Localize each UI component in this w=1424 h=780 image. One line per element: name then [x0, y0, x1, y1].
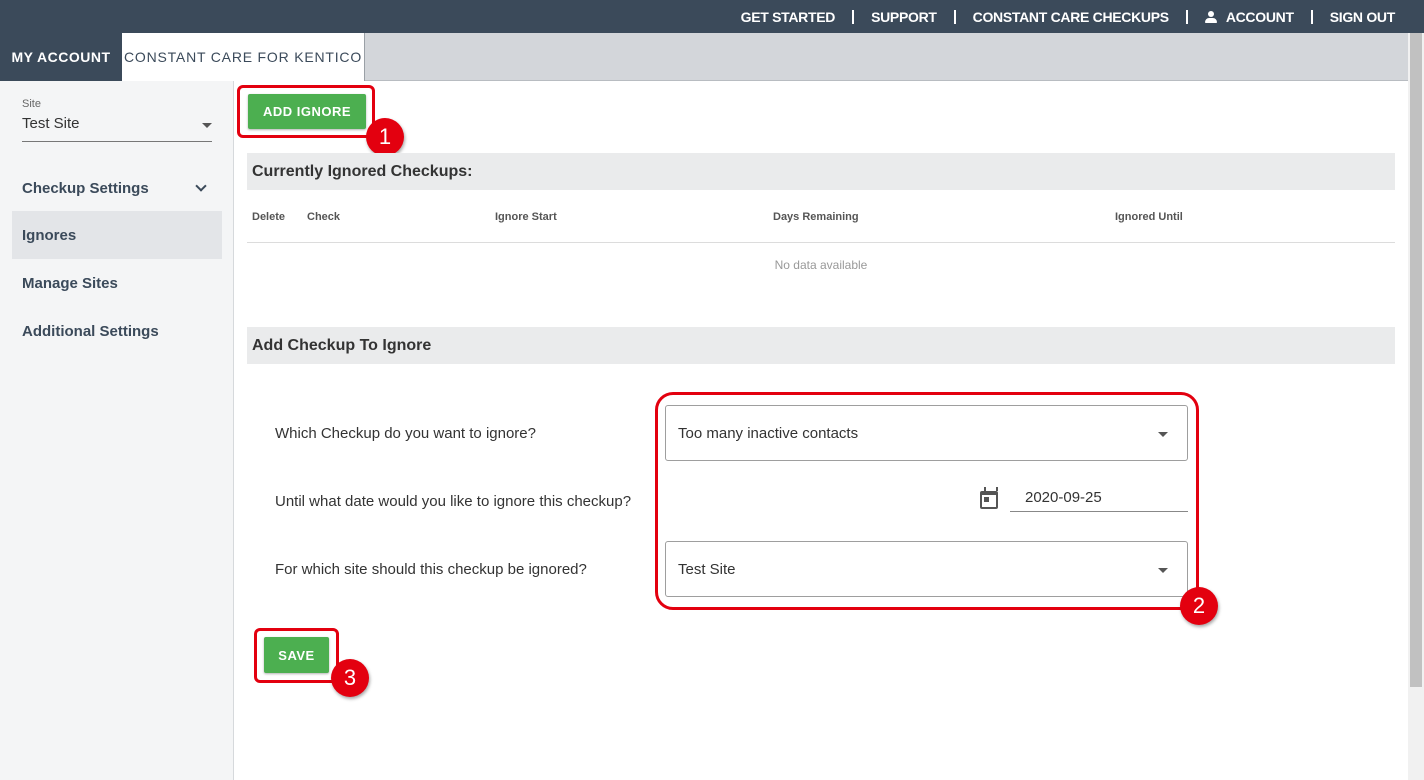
column-header-ignore-start[interactable]: Ignore Start: [495, 211, 557, 223]
sidebar-item-ignores[interactable]: Ignores: [12, 211, 222, 259]
nav-separator: [852, 9, 855, 24]
site-select[interactable]: Test Site: [22, 115, 212, 142]
caret-down-icon: [202, 123, 212, 128]
no-data-message: No data available: [774, 258, 868, 272]
sidebar-item-label: Ignores: [22, 226, 77, 244]
column-header-days-remaining[interactable]: Days Remaining: [773, 211, 859, 223]
user-icon: [1204, 10, 1217, 23]
tab-constant-care[interactable]: CONSTANT CARE FOR KENTICO: [122, 33, 365, 81]
sidebar-item-checkup-settings[interactable]: Checkup Settings: [12, 164, 222, 212]
sidebar-item-label: Additional Settings: [22, 322, 159, 340]
account-label: ACCOUNT: [1225, 8, 1294, 25]
sidebar-item-label: Checkup Settings: [22, 179, 149, 197]
sidebar-item-label: Manage Sites: [22, 274, 118, 292]
sign-out-link[interactable]: SIGN OUT: [1330, 9, 1396, 25]
annotation-badge-2: 2: [1180, 587, 1218, 625]
date-question-label: Until what date would you like to ignore…: [275, 493, 632, 510]
sidebar-item-additional-settings[interactable]: Additional Settings: [12, 307, 222, 355]
column-header-delete[interactable]: Delete: [252, 211, 285, 223]
save-button[interactable]: SAVE: [264, 637, 329, 673]
column-header-check[interactable]: Check: [307, 211, 340, 223]
top-bar: GET STARTED SUPPORT CONSTANT CARE CHECKU…: [0, 0, 1424, 33]
tab-my-account[interactable]: MY ACCOUNT: [0, 33, 122, 81]
nav-separator: [1185, 9, 1188, 24]
top-nav: GET STARTED SUPPORT CONSTANT CARE CHECKU…: [741, 0, 1396, 33]
site-select-value: Test Site: [22, 115, 80, 132]
get-started-link[interactable]: GET STARTED: [741, 9, 836, 25]
ignored-checkups-heading: Currently Ignored Checkups:: [247, 153, 1395, 190]
site-label: Site: [22, 98, 41, 110]
add-checkup-heading: Add Checkup To Ignore: [247, 327, 1395, 364]
annotation-badge-1: 1: [366, 118, 404, 156]
column-header-ignored-until[interactable]: Ignored Until: [1115, 211, 1183, 223]
add-ignore-button[interactable]: ADD IGNORE: [248, 94, 366, 129]
constant-care-checkups-link[interactable]: CONSTANT CARE CHECKUPS: [973, 9, 1169, 25]
tab-strip: MY ACCOUNT CONSTANT CARE FOR KENTICO: [0, 33, 1408, 81]
checkup-question-label: Which Checkup do you want to ignore?: [275, 425, 536, 442]
sidebar-item-manage-sites[interactable]: Manage Sites: [12, 259, 222, 307]
annotation-badge-3: 3: [331, 659, 369, 697]
highlight-box-2: [655, 392, 1199, 610]
nav-separator: [1310, 9, 1313, 24]
account-link[interactable]: ACCOUNT: [1204, 8, 1294, 25]
support-link[interactable]: SUPPORT: [871, 9, 937, 25]
sidebar: Site Test Site Checkup Settings Ignores …: [0, 81, 234, 780]
scrollbar-thumb[interactable]: [1410, 33, 1422, 687]
chevron-down-icon: [195, 180, 207, 192]
nav-separator: [953, 9, 956, 24]
table-divider: [247, 242, 1395, 243]
site-question-label: For which site should this checkup be ig…: [275, 561, 587, 578]
